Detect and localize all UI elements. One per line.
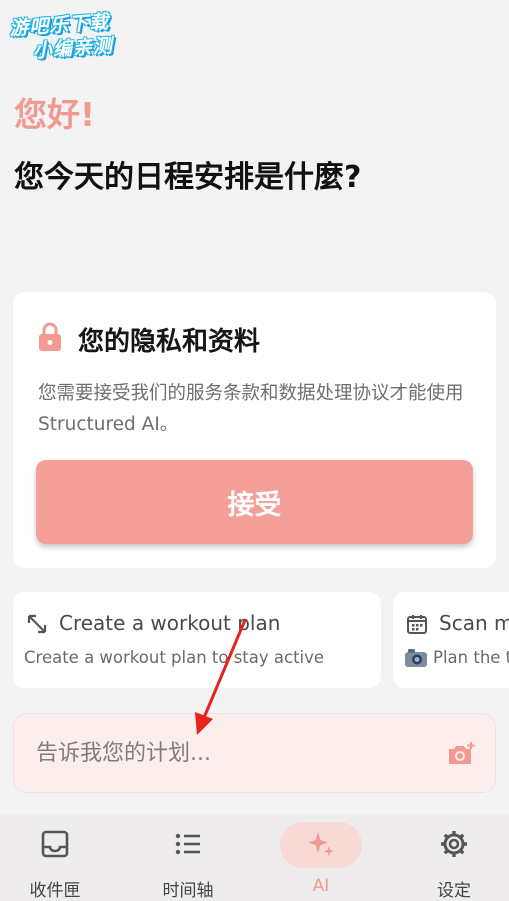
suggestion-subtitle: Plan the t: [433, 648, 509, 667]
nav-item-ai[interactable]: AI: [266, 814, 376, 901]
sparkles-icon: [308, 832, 334, 857]
nav-label-settings: 设定: [437, 881, 471, 901]
watermark-logo: 游吧乐下载 小编亲测: [8, 7, 151, 65]
suggestion-subtitle: Create a workout plan to stay active: [24, 648, 325, 667]
list-icon: [175, 833, 200, 855]
plan-input-container[interactable]: [13, 713, 496, 793]
nav-label-inbox: 收件匣: [29, 881, 81, 901]
plan-input[interactable]: [36, 732, 416, 774]
suggestion-card-workout[interactable]: Create a workout plan Create a workout p…: [13, 592, 381, 688]
nav-label-ai: AI: [312, 876, 330, 896]
suggestion-title: Create a workout plan: [59, 611, 281, 635]
nav-item-timeline[interactable]: 时间轴: [133, 814, 243, 901]
accept-button[interactable]: 接受: [36, 460, 473, 544]
suggestion-title: Scan m: [439, 611, 509, 635]
bottom-navigation: 收件匣 时间轴 AI 设定: [0, 814, 509, 901]
inbox-icon: [41, 830, 69, 858]
gear-icon: [441, 831, 467, 857]
calendar-icon: [407, 615, 427, 634]
privacy-card: 您的隐私和资料 您需要接受我们的服务条款和数据处理协议才能使用 Structur…: [13, 292, 496, 568]
add-photo-icon[interactable]: [446, 741, 476, 767]
greeting-title: 您好!: [14, 95, 96, 134]
suggestion-card-scan[interactable]: Scan m Plan the t: [393, 592, 509, 688]
lock-icon: [39, 322, 61, 351]
nav-item-inbox[interactable]: 收件匣: [0, 814, 110, 901]
expand-arrows-icon: [27, 614, 47, 634]
nav-item-settings[interactable]: 设定: [399, 814, 509, 901]
camera-emoji-icon: [405, 649, 427, 667]
privacy-title: 您的隐私和资料: [78, 327, 261, 357]
privacy-description: 您需要接受我们的服务条款和数据处理协议才能使用 Structured AI。: [38, 383, 464, 435]
schedule-question: 您今天的日程安排是什麼?: [14, 160, 362, 195]
nav-label-timeline: 时间轴: [162, 881, 214, 901]
